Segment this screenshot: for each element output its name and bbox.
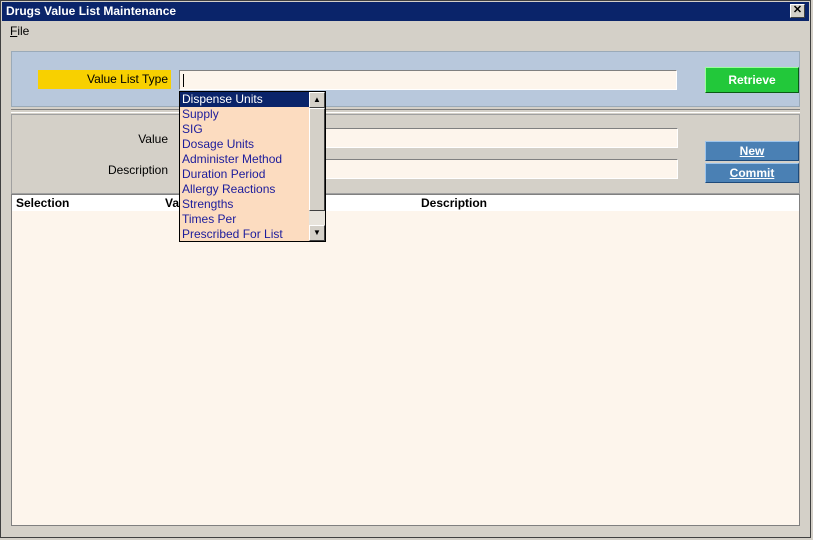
menu-file[interactable]: File [10, 22, 29, 41]
close-button[interactable]: ✕ [790, 4, 805, 18]
dropdown-option[interactable]: Allergy Reactions [180, 182, 310, 197]
results-grid[interactable]: Selection Va Description [11, 194, 800, 526]
new-button[interactable]: New [705, 141, 799, 161]
dropdown-option[interactable]: Dispense Units [180, 92, 310, 107]
value-list-type-label: Value List Type [38, 70, 171, 89]
triangle-down-icon: ▼ [313, 228, 321, 237]
dropdown-option[interactable]: Duration Period [180, 167, 310, 182]
edit-panel [11, 114, 800, 194]
column-header-selection: Selection [16, 196, 70, 210]
window-title: Drugs Value List Maintenance [6, 4, 177, 18]
scroll-up-button[interactable]: ▲ [309, 92, 325, 108]
column-header-value: Va [165, 196, 180, 210]
text-caret [183, 74, 184, 87]
title-bar: Drugs Value List Maintenance ✕ [2, 2, 809, 21]
value-label: Value [138, 132, 168, 146]
value-list-type-input[interactable] [179, 70, 677, 90]
dropdown-option[interactable]: Supply [180, 107, 310, 122]
triangle-up-icon: ▲ [313, 95, 321, 104]
close-icon: ✕ [792, 4, 803, 16]
panel-separator [11, 109, 800, 113]
scroll-thumb[interactable] [309, 108, 325, 211]
dropdown-option[interactable]: Dosage Units [180, 137, 310, 152]
dropdown-option[interactable]: Administer Method [180, 152, 310, 167]
scroll-down-button[interactable]: ▼ [309, 225, 325, 241]
dropdown-scrollbar[interactable]: ▲ ▼ [309, 92, 325, 241]
retrieve-button[interactable]: Retrieve [705, 67, 799, 93]
grid-header: Selection Va Description [12, 195, 799, 211]
column-header-description: Description [421, 196, 488, 210]
menu-bar: File [2, 22, 809, 41]
commit-button[interactable]: Commit [705, 163, 799, 183]
dropdown-option[interactable]: Strengths [180, 197, 310, 212]
dropdown-option[interactable]: Times Per [180, 212, 310, 227]
dropdown-option[interactable]: Prescribed For List [180, 227, 310, 241]
description-label: Description [107, 163, 168, 177]
dropdown-option[interactable]: SIG [180, 122, 310, 137]
value-list-type-dropdown[interactable]: Dispense Units Supply SIG Dosage Units A… [179, 91, 326, 242]
